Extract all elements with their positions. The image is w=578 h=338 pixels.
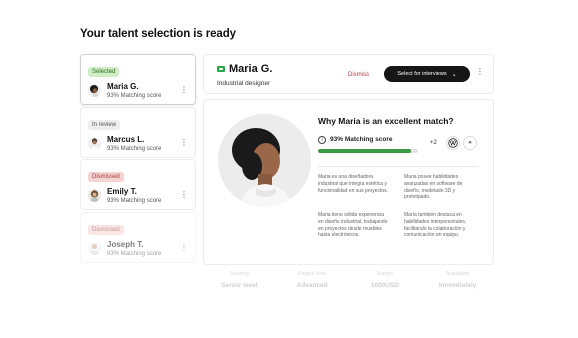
- status-badge: Selected: [88, 67, 120, 77]
- candidate-header: Maria G. Industrial designer Dismiss Sel…: [203, 54, 494, 94]
- volkswagen-logo-icon: [446, 136, 460, 150]
- status-badge: In review: [88, 120, 121, 130]
- candidate-card-maria[interactable]: Selected Maria G. 93% Matching score ⋮: [80, 54, 196, 105]
- matching-score-fill: [318, 149, 411, 153]
- avatar: [88, 241, 101, 255]
- stat-label: English level: [298, 271, 327, 277]
- info-icon: i: [318, 136, 326, 144]
- candidate-name: Marcus L.: [107, 135, 145, 144]
- kebab-icon[interactable]: ⋮: [180, 191, 188, 199]
- kebab-icon[interactable]: ⋮: [180, 244, 188, 252]
- candidate-stats: Seniority Senior level English level Adv…: [203, 268, 494, 298]
- kebab-icon[interactable]: ⋮: [180, 86, 188, 94]
- flag-icon: [217, 66, 225, 72]
- company-logo-icon: ✳: [463, 136, 477, 150]
- stat-budget: Budget 1000USD: [349, 268, 422, 298]
- stat-label: Budget: [376, 271, 393, 277]
- candidate-name: Maria G.: [107, 82, 139, 91]
- stat-availability: Availability Immediately: [421, 268, 494, 298]
- candidate-name: Emily T.: [107, 187, 137, 196]
- candidate-card-marcus[interactable]: In review Marcus L. 93% Matching score ⋮: [80, 107, 196, 158]
- match-detail-panel: Why Maria is an excellent match? i 93% M…: [203, 99, 494, 265]
- candidate-score: 93% Matching score: [107, 92, 162, 99]
- avatar: [88, 136, 101, 150]
- candidate-score: 93% Matching score: [107, 145, 162, 152]
- stat-seniority: Seniority Senior level: [203, 268, 276, 298]
- avatar: [88, 188, 101, 202]
- select-for-interviews-button[interactable]: Select for interviews ⌄: [384, 66, 470, 82]
- candidate-photo: [218, 114, 311, 207]
- candidate-card-joseph[interactable]: Dismissed Joseph T. 93% Matching score ⋮: [80, 212, 196, 263]
- dismiss-button[interactable]: Dismiss: [348, 72, 369, 78]
- page-title: Your talent selection is ready: [80, 28, 236, 40]
- candidate-score: 93% Matching score: [107, 250, 162, 257]
- kebab-icon[interactable]: ⋮: [476, 68, 484, 76]
- candidate-card-emily[interactable]: Dismissed Emily T. 93% Matching score ⋮: [80, 159, 196, 210]
- status-badge: Dismissed: [88, 225, 124, 235]
- stat-value: 1000USD: [370, 282, 399, 289]
- avatar: [88, 83, 101, 97]
- match-reason-text: Maria tiene sólida experiencia en diseño…: [318, 212, 388, 239]
- match-reason-text: María también destaca en habilidades int…: [404, 212, 467, 239]
- matching-score-label: 93% Matching score: [330, 136, 393, 143]
- candidate-score: 93% Matching score: [107, 197, 162, 204]
- stat-value: Senior level: [221, 282, 258, 289]
- status-badge: Dismissed: [88, 172, 124, 182]
- select-for-interviews-label: Select for interviews: [397, 71, 447, 77]
- matching-score-bar: [318, 149, 418, 153]
- match-reason-text: Maria posee habilidades avanzadas en sof…: [404, 174, 463, 201]
- chevron-down-icon: ⌄: [451, 71, 457, 78]
- stat-label: Availability: [445, 271, 470, 277]
- stat-label: Seniority: [229, 271, 250, 277]
- candidate-header-name: Maria G.: [229, 63, 273, 75]
- match-reason-title: Why Maria is an excellent match?: [318, 116, 454, 126]
- stat-value: Advanced: [296, 282, 328, 289]
- extra-experience-count: +2: [430, 140, 437, 146]
- stat-value: Immediately: [438, 282, 477, 289]
- candidate-name: Joseph T.: [107, 240, 144, 249]
- candidate-role: Industrial designer: [217, 80, 271, 87]
- match-reason-text: Maria es una diseñadora industrial que i…: [318, 174, 389, 194]
- kebab-icon[interactable]: ⋮: [180, 139, 188, 147]
- stat-english-level: English level Advanced: [276, 268, 349, 298]
- divider: [318, 166, 478, 167]
